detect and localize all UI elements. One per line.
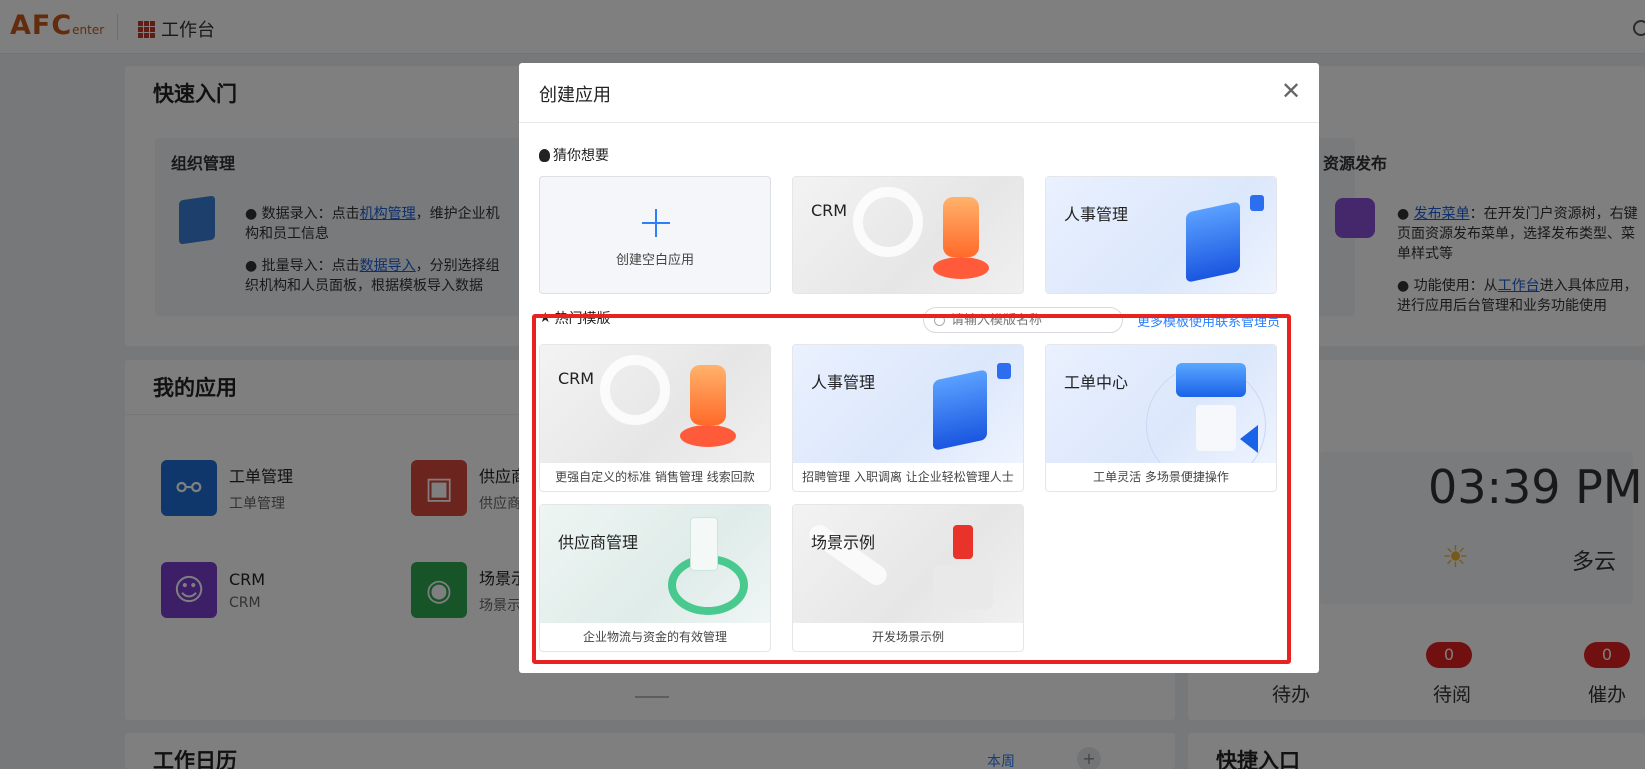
template-search[interactable] [923, 307, 1123, 333]
hot-section-label: ★ 热门模版 [539, 310, 611, 327]
lightbulb-icon [539, 148, 550, 162]
create-blank-app-button[interactable]: 创建空白应用 [539, 176, 771, 294]
card-illustration: CRM [540, 345, 770, 463]
template-card-crm[interactable]: CRM 更强自定义的标准 销售管理 线索回款 [539, 344, 771, 492]
template-desc: 开发场景示例 [871, 630, 944, 644]
create-app-dialog: 创建应用 ✕ 猜你想要 创建空白应用 CRM 人事管理 ★ 热门模版 更多模板使… [519, 63, 1319, 673]
guess-section-label: 猜你想要 [539, 145, 609, 165]
card-illustration: 人事管理 [1046, 177, 1276, 293]
card-illustration: 供应商管理 [540, 505, 770, 623]
template-desc: 招聘管理 入职调离 让企业轻松管理人士 [802, 470, 1014, 484]
dialog-title: 创建应用 [539, 85, 611, 106]
star-icon: ★ [539, 310, 552, 326]
guess-card-hr[interactable]: 人事管理 [1045, 176, 1277, 294]
close-icon[interactable]: ✕ [1279, 79, 1303, 103]
template-card-hr[interactable]: 人事管理 招聘管理 入职调离 让企业轻松管理人士 [792, 344, 1024, 492]
card-illustration: 人事管理 [793, 345, 1023, 463]
dialog-header: 创建应用 ✕ [519, 63, 1319, 123]
template-desc: 工单灵活 多场景便捷操作 [1093, 470, 1229, 484]
card-illustration: CRM [793, 177, 1023, 293]
plus-icon [640, 207, 672, 239]
template-card-supplier[interactable]: 供应商管理 企业物流与资金的有效管理 [539, 504, 771, 652]
template-desc: 更强自定义的标准 销售管理 线索回款 [555, 470, 755, 484]
card-illustration: 场景示例 [793, 505, 1023, 623]
template-search-input[interactable] [951, 312, 1111, 328]
template-card-scene[interactable]: 场景示例 开发场景示例 [792, 504, 1024, 652]
template-card-ticket[interactable]: 工单中心 工单灵活 多场景便捷操作 [1045, 344, 1277, 492]
more-templates-link[interactable]: 更多模板使用联系管理员 [1137, 311, 1280, 330]
search-icon [934, 314, 945, 326]
card-illustration: 工单中心 [1046, 345, 1276, 463]
guess-card-crm[interactable]: CRM [792, 176, 1024, 294]
template-desc: 企业物流与资金的有效管理 [582, 630, 727, 644]
